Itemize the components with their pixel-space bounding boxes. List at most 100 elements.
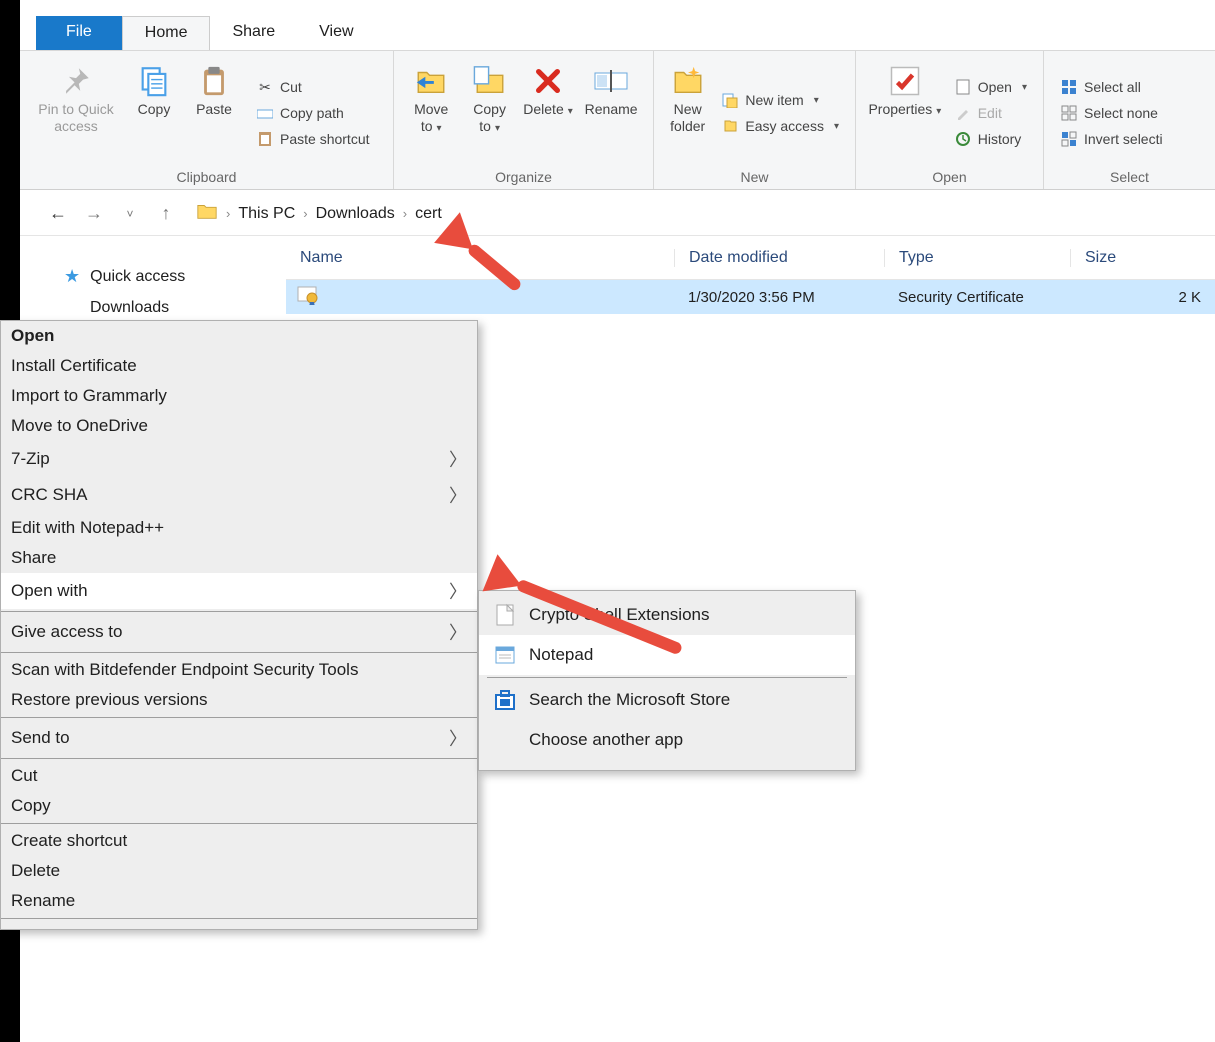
tab-home[interactable]: Home — [122, 16, 211, 50]
select-none-button[interactable]: Select none — [1054, 102, 1169, 124]
paste-icon — [186, 61, 242, 101]
nav-recent[interactable]: ˅ — [116, 207, 144, 221]
new-folder-button[interactable]: New folder — [664, 57, 711, 169]
properties-button[interactable]: Properties — [866, 57, 944, 169]
ctx-separator — [1, 717, 477, 718]
copy-path-button[interactable]: Copy path — [250, 102, 376, 124]
sub-store-label: Search the Microsoft Store — [529, 690, 730, 710]
copy-to-button[interactable]: Copy to — [462, 57, 516, 169]
easyaccess-icon — [721, 117, 739, 135]
rename-button[interactable]: Rename — [579, 57, 643, 169]
tab-file[interactable]: File — [36, 16, 122, 50]
crumb-cert[interactable]: cert — [415, 205, 442, 223]
ribbon: Pin to Quick access Copy Paste ✂Cut Copy… — [20, 50, 1215, 190]
ctx-rename[interactable]: Rename — [1, 886, 477, 916]
move-to-button[interactable]: Move to — [404, 57, 458, 169]
ctx-import-grammarly[interactable]: Import to Grammarly — [1, 381, 477, 411]
sidebar-downloads[interactable]: Downloads — [42, 293, 262, 323]
nav-up[interactable]: ↑ — [152, 203, 180, 224]
col-name[interactable]: ˄Name — [286, 249, 674, 267]
edit-button[interactable]: Edit — [948, 102, 1033, 124]
ctx-give-access[interactable]: Give access to〉 — [1, 614, 477, 650]
ctx-share[interactable]: Share — [1, 543, 477, 573]
properties-label: Properties — [866, 101, 944, 118]
select-all-button[interactable]: Select all — [1054, 76, 1169, 98]
sub-search-store[interactable]: Search the Microsoft Store — [479, 680, 855, 720]
ctx-separator — [1, 758, 477, 759]
sub-notepad-label: Notepad — [529, 645, 593, 665]
copyto-icon — [462, 61, 516, 101]
easyaccess-label: Easy access — [745, 118, 824, 134]
sub-separator — [487, 677, 847, 678]
breadcrumb[interactable]: › This PC › Downloads › cert — [196, 201, 442, 226]
explorer-tabbar: File Home Share View — [36, 16, 376, 50]
ctx-separator — [1, 918, 477, 919]
col-date[interactable]: Date modified — [674, 249, 884, 267]
ctx-7zip[interactable]: 7-Zip〉 — [1, 441, 477, 477]
tab-view[interactable]: View — [297, 16, 375, 50]
open-dropdown-button[interactable]: Open — [948, 76, 1033, 98]
newitem-icon — [721, 91, 739, 109]
history-button[interactable]: History — [948, 128, 1033, 150]
file-icon — [493, 603, 517, 627]
downloads-label: Downloads — [90, 299, 169, 317]
copypath-icon — [256, 104, 274, 122]
column-headers: ˄Name Date modified Type Size — [286, 236, 1215, 280]
new-item-button[interactable]: New item — [715, 89, 845, 111]
ctx-edit-notepadpp[interactable]: Edit with Notepad++ — [1, 513, 477, 543]
sub-notepad[interactable]: Notepad — [479, 635, 855, 675]
nav-forward[interactable]: → — [80, 203, 108, 224]
blank-icon — [493, 728, 517, 752]
delete-label: Delete — [521, 101, 575, 118]
ctx-open[interactable]: Open — [1, 321, 477, 351]
pin-to-quick-access-button[interactable]: Pin to Quick access — [30, 57, 122, 169]
copy-label: Copy — [126, 101, 182, 118]
sub-crypto-label: Crypto Shell Extensions — [529, 605, 709, 625]
tab-share[interactable]: Share — [210, 16, 297, 50]
ctx-separator — [1, 652, 477, 653]
invert-selection-button[interactable]: Invert selecti — [1054, 128, 1169, 150]
copy-button[interactable]: Copy — [126, 57, 182, 169]
organize-group-label: Organize — [404, 169, 643, 187]
paste-label: Paste — [186, 101, 242, 118]
ctx-restore-prev[interactable]: Restore previous versions — [1, 685, 477, 715]
crumb-downloads[interactable]: Downloads — [316, 205, 395, 223]
crumb-thispc[interactable]: This PC — [238, 205, 295, 223]
ctx-bitdefender[interactable]: Scan with Bitdefender Endpoint Security … — [1, 655, 477, 685]
file-row[interactable]: 1/30/2020 3:56 PM Security Certificate 2… — [286, 280, 1215, 314]
sidebar-quick-access[interactable]: ★ Quick access — [42, 260, 262, 293]
ctx-install-certificate[interactable]: Install Certificate — [1, 351, 477, 381]
ctx-create-shortcut[interactable]: Create shortcut — [1, 826, 477, 856]
notepad-icon — [493, 643, 517, 667]
delete-button[interactable]: Delete — [521, 57, 575, 169]
ctx-delete[interactable]: Delete — [1, 856, 477, 886]
nav-pane: ★ Quick access Downloads — [42, 260, 262, 323]
file-list: ˄Name Date modified Type Size 1/30/2020 … — [286, 236, 1215, 314]
context-menu: Open Install Certificate Import to Gramm… — [0, 320, 478, 930]
cut-button[interactable]: ✂Cut — [250, 76, 376, 98]
ctx-send-to[interactable]: Send to〉 — [1, 720, 477, 756]
ctx-cut[interactable]: Cut — [1, 761, 477, 791]
open-label: Open — [978, 79, 1012, 95]
nav-back[interactable]: ← — [44, 203, 72, 224]
ctx-crc-sha[interactable]: CRC SHA〉 — [1, 477, 477, 513]
ctx-separator — [1, 611, 477, 612]
store-icon — [493, 688, 517, 712]
col-type[interactable]: Type — [884, 249, 1070, 267]
sub-crypto-shell[interactable]: Crypto Shell Extensions — [479, 595, 855, 635]
sub-choose-another[interactable]: Choose another app — [479, 720, 855, 760]
col-size[interactable]: Size — [1070, 249, 1215, 267]
edit-icon — [954, 104, 972, 122]
easy-access-button[interactable]: Easy access — [715, 115, 845, 137]
ctx-copy[interactable]: Copy — [1, 791, 477, 821]
open-group-label: Open — [866, 169, 1033, 187]
ctx-open-with[interactable]: Open with〉 — [1, 573, 477, 609]
sort-caret-icon: ˄ — [477, 247, 483, 259]
folder-icon — [196, 201, 218, 226]
paste-shortcut-button[interactable]: Paste shortcut — [250, 128, 376, 150]
selectall-label: Select all — [1084, 79, 1141, 95]
ctx-move-onedrive[interactable]: Move to OneDrive — [1, 411, 477, 441]
file-type: Security Certificate — [884, 289, 1070, 306]
file-date: 1/30/2020 3:56 PM — [674, 289, 884, 306]
paste-button[interactable]: Paste — [186, 57, 242, 169]
